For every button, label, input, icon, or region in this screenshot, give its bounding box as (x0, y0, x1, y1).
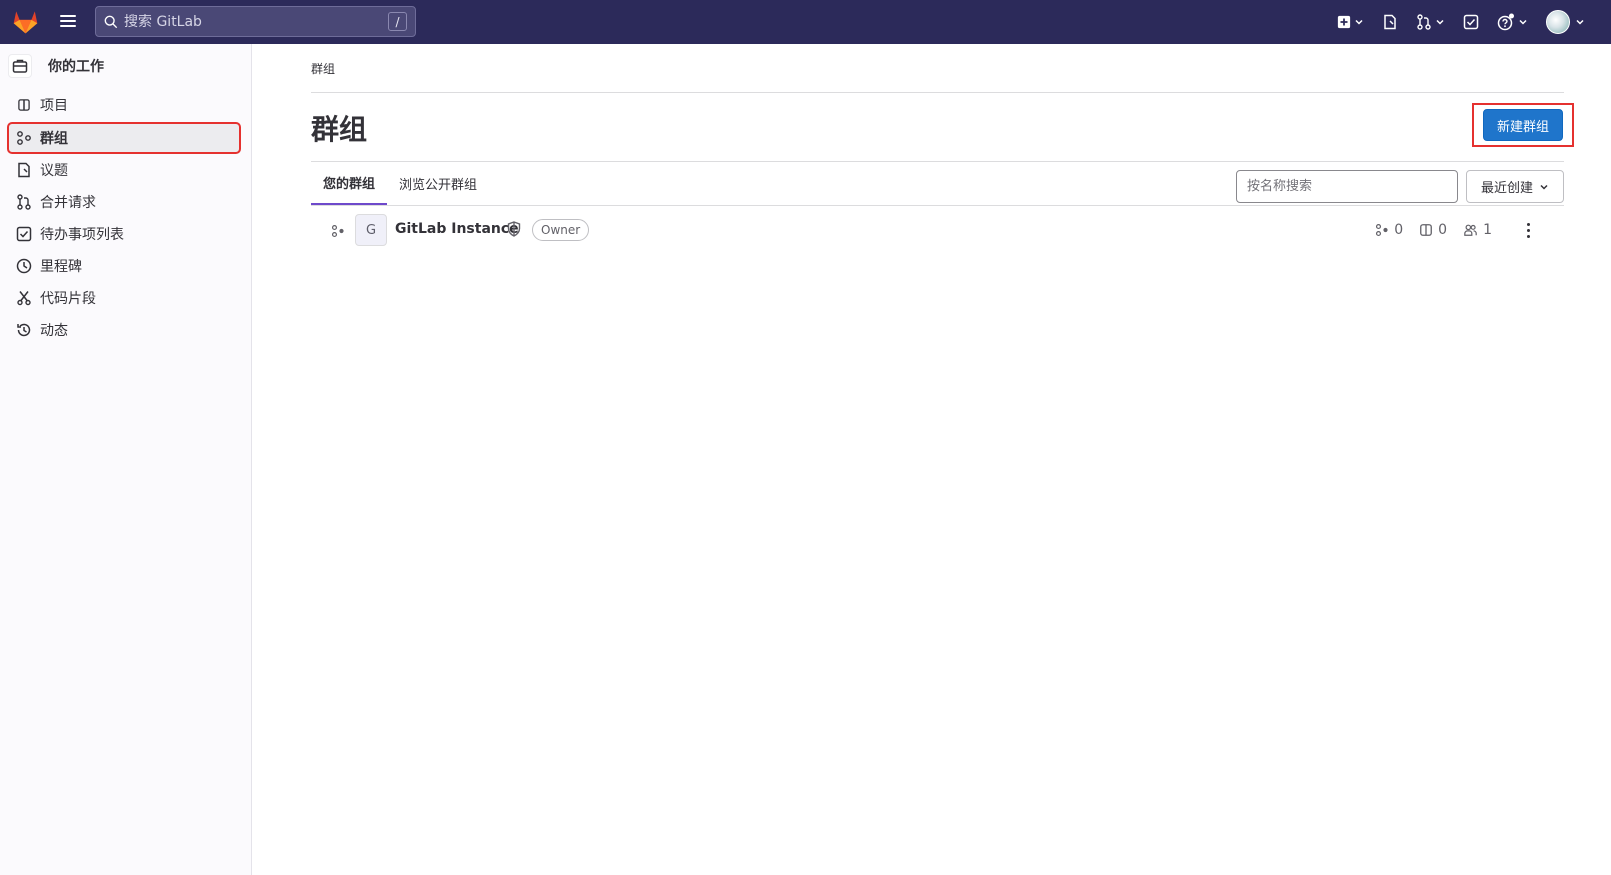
todo-icon (16, 226, 32, 242)
milestone-icon (16, 258, 32, 274)
page-title: 群组 (311, 113, 368, 146)
sidebar-item-label: 里程碑 (40, 259, 82, 275)
tab-your-groups[interactable]: 您的群组 (311, 162, 388, 205)
chevron-down-icon (1519, 19, 1527, 25)
tab-explore-public-groups[interactable]: 浏览公开群组 (387, 162, 489, 205)
chevron-down-icon (1540, 184, 1548, 190)
projects-count: 0 (1419, 222, 1447, 238)
sidebar-item-label: 待办事项列表 (40, 227, 124, 243)
help-menu[interactable] (1497, 13, 1528, 31)
help-icon (1497, 13, 1514, 31)
sidebar-item-label: 群组 (40, 131, 68, 147)
search-input[interactable] (124, 13, 384, 30)
merge-request-icon (16, 194, 32, 210)
members-value: 1 (1483, 222, 1492, 238)
subgroup-icon (331, 224, 344, 238)
users-icon (1464, 224, 1477, 236)
subgroups-value: 0 (1394, 222, 1404, 238)
chevron-down-icon (1436, 19, 1444, 25)
new-group-highlight: 新建群组 (1472, 103, 1574, 147)
top-bar: / (0, 0, 1611, 44)
new-group-button[interactable]: 新建群组 (1483, 109, 1563, 141)
shield-icon (507, 221, 521, 237)
role-badge: Owner (532, 219, 590, 241)
sidebar-item-merge-requests[interactable]: 合并请求 (8, 187, 240, 217)
group-stats: 0 0 1 (1359, 222, 1492, 238)
issues-nav-button[interactable] (1382, 14, 1398, 30)
sidebar-item-label: 议题 (40, 163, 68, 179)
sidebar-item-todos[interactable]: 待办事项列表 (8, 219, 240, 249)
search-box[interactable]: / (95, 6, 416, 37)
sidebar-title: 你的工作 (48, 59, 104, 75)
merge-requests-menu[interactable] (1416, 14, 1445, 30)
sidebar-item-label: 动态 (40, 323, 68, 339)
divider (311, 205, 1564, 206)
project-icon (1420, 224, 1433, 236)
issues-icon (16, 162, 32, 178)
chevron-down-icon (1355, 19, 1363, 25)
divider (311, 92, 1564, 93)
sidebar-item-groups[interactable]: 群组 (7, 122, 241, 154)
members-count: 1 (1463, 222, 1492, 238)
plus-square-icon (1337, 15, 1351, 29)
briefcase-icon (8, 54, 32, 78)
sidebar-item-label: 代码片段 (40, 291, 96, 307)
subgroup-icon (1376, 223, 1388, 237)
group-tabs: 您的群组 浏览公开群组 (311, 162, 489, 205)
sort-dropdown[interactable]: 最近创建 (1466, 170, 1564, 203)
breadcrumb[interactable]: 群组 (311, 60, 335, 77)
todo-icon (1463, 14, 1479, 30)
sort-label: 最近创建 (1480, 181, 1533, 196)
table-row[interactable]: G GitLab Instance Owner 0 0 1 (311, 212, 1564, 248)
sidebar-item-label: 合并请求 (40, 195, 96, 211)
merge-request-icon (1417, 14, 1431, 30)
chevron-down-icon (1576, 19, 1584, 25)
create-new-menu[interactable] (1337, 15, 1364, 29)
activity-icon (16, 322, 32, 338)
group-name-link[interactable]: GitLab Instance (395, 221, 519, 237)
sidebar-item-milestones[interactable]: 里程碑 (8, 251, 240, 281)
user-menu[interactable] (1546, 10, 1585, 34)
project-icon (16, 97, 32, 113)
avatar (1546, 10, 1570, 34)
snippet-icon (16, 290, 32, 306)
filter-by-name-input[interactable] (1236, 170, 1458, 203)
todo-nav-button[interactable] (1463, 14, 1479, 30)
menu-icon[interactable] (58, 12, 78, 32)
group-icon (16, 130, 32, 146)
sidebar-item-projects[interactable]: 项目 (8, 90, 240, 120)
divider (311, 161, 1564, 162)
sidebar-item-snippets[interactable]: 代码片段 (8, 283, 240, 313)
group-avatar[interactable]: G (355, 214, 387, 246)
search-icon (104, 15, 118, 28)
sidebar-header: 你的工作 (8, 52, 104, 80)
gitlab-logo-icon[interactable] (12, 8, 39, 35)
sidebar-item-issues[interactable]: 议题 (8, 155, 240, 185)
sidebar: 你的工作 项目 群组 议题 合并请求 待办事项列表 里程碑 代码片段 动态 (0, 44, 252, 875)
subgroups-count: 0 (1375, 222, 1403, 238)
sidebar-item-label: 项目 (40, 98, 68, 114)
sidebar-item-activity[interactable]: 动态 (8, 315, 240, 345)
issues-icon (1384, 14, 1396, 30)
projects-value: 0 (1438, 222, 1448, 238)
more-actions-icon[interactable] (1520, 220, 1536, 240)
search-shortcut-hint: / (388, 12, 407, 31)
